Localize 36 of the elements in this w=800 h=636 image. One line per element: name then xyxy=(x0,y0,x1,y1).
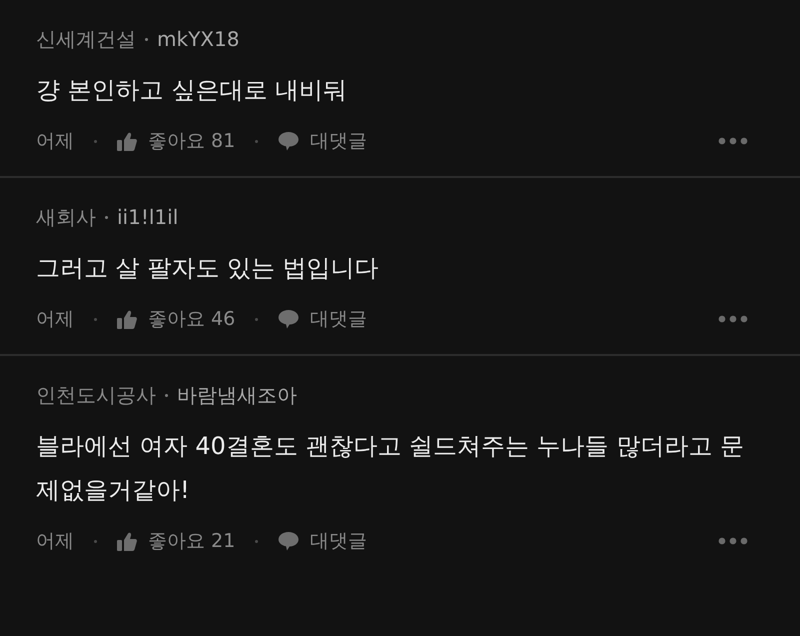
thumbs-up-icon xyxy=(117,310,137,328)
comment-time: 어제 xyxy=(36,307,74,332)
reply-button[interactable]: 대댓글 xyxy=(278,304,368,334)
separator-dot xyxy=(255,140,258,142)
separator-dot xyxy=(94,140,97,142)
separator-dot xyxy=(255,540,258,542)
user-nickname: 바람냄새조아 xyxy=(177,382,297,409)
comment-text: 걍 본인하고 싶은대로 내비둬 xyxy=(36,75,348,106)
more-icon[interactable] xyxy=(718,315,748,323)
like-button[interactable]: 좋아요 46 xyxy=(117,304,236,334)
speech-bubble-icon xyxy=(278,309,300,329)
thumbs-up-icon xyxy=(117,132,137,150)
separator-dot xyxy=(255,318,258,320)
separator-dot xyxy=(105,216,108,218)
company-name: 신세계건설 xyxy=(36,26,136,53)
comment-text: 그러고 살 팔자도 있는 법입니다 xyxy=(36,253,380,284)
speech-bubble-icon xyxy=(278,531,300,551)
separator-dot xyxy=(94,540,97,542)
comment-time: 어제 xyxy=(36,129,74,154)
company-name: 인천도시공사 xyxy=(36,382,156,409)
separator-dot xyxy=(94,318,97,320)
thumbs-up-icon xyxy=(117,532,137,550)
like-button[interactable]: 좋아요 81 xyxy=(117,126,236,156)
user-nickname: mkYX18 xyxy=(157,26,240,53)
comment-time: 어제 xyxy=(36,529,74,554)
more-icon[interactable] xyxy=(718,137,748,145)
separator-dot xyxy=(145,38,148,40)
more-icon[interactable] xyxy=(718,537,748,545)
user-nickname: ii1!l1il xyxy=(117,204,178,231)
speech-bubble-icon xyxy=(278,131,300,151)
company-name: 새회사 xyxy=(36,204,96,231)
like-button[interactable]: 좋아요 21 xyxy=(117,526,236,556)
reply-button[interactable]: 대댓글 xyxy=(278,526,368,556)
comment-text: 블라에선 여자 40결혼도 괜찮다고 쉴드쳐주는 누나들 많더라고 문제없을거같아! xyxy=(36,431,745,506)
separator-dot xyxy=(165,394,168,396)
reply-button[interactable]: 대댓글 xyxy=(278,126,368,156)
